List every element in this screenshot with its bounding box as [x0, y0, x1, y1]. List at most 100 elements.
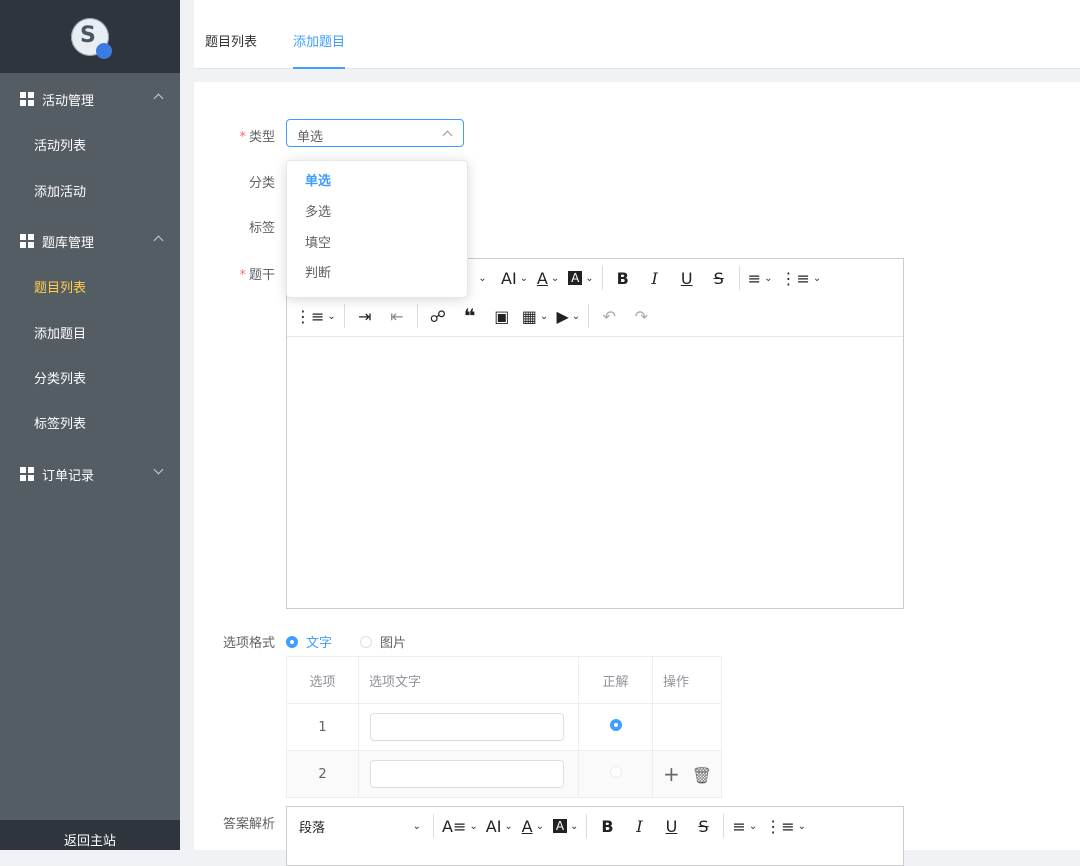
image-icon[interactable]: ▣	[490, 302, 514, 330]
font-color-icon[interactable]: A ⌄	[536, 264, 560, 292]
font-color-icon[interactable]: A ⌄	[521, 812, 545, 840]
highlight-icon[interactable]: A ⌄	[552, 812, 578, 840]
menu-group-orders[interactable]: 订单记录	[0, 450, 180, 498]
correct-cell	[578, 703, 653, 751]
back-home-button[interactable]: 返回主站	[0, 820, 180, 850]
underline-icon[interactable]: U	[659, 812, 683, 840]
row-index: 1	[286, 703, 359, 751]
option-text-input[interactable]	[370, 760, 564, 788]
underline-icon[interactable]: U	[675, 264, 699, 292]
type-label-text: 类型	[248, 130, 275, 145]
col-actions: 操作	[652, 656, 722, 704]
dropdown-option-multi[interactable]: 多选	[305, 201, 331, 225]
chevron-up-icon	[153, 235, 164, 246]
link-icon[interactable]: ☍	[426, 302, 450, 330]
toolbar-divider	[738, 266, 740, 290]
row-index: 2	[286, 750, 359, 798]
analysis-editor: 段落 ⌄ A≡ ⌄ AI ⌄ A ⌄ A ⌄ B I U S ≡ ⌄ ⋮≡ ⌄	[286, 806, 904, 866]
menu-group-question-bank[interactable]: 题库管理	[0, 217, 180, 265]
stem-editor-content[interactable]	[287, 337, 903, 608]
menu-group-label: 订单记录	[42, 468, 95, 484]
paragraph-select[interactable]: 段落 ⌄	[295, 812, 425, 840]
bullet-list-icon[interactable]: ⋮≡ ⌄	[295, 302, 336, 330]
trash-icon[interactable]: 🗑	[692, 766, 712, 785]
menu-group-label: 活动管理	[42, 93, 95, 109]
indent-icon[interactable]: ⇥	[353, 302, 377, 330]
toolbar-divider	[586, 814, 588, 838]
radio-unchecked-icon	[360, 635, 372, 648]
line-height-icon[interactable]: AI ⌄	[501, 264, 528, 292]
logo-area: S	[0, 0, 180, 73]
type-select[interactable]: 单选	[286, 119, 464, 147]
app-logo[interactable]: S	[71, 17, 112, 59]
format-radio-text[interactable]: 文字	[286, 632, 332, 651]
quote-icon[interactable]: ❝	[458, 302, 482, 330]
italic-icon[interactable]: I	[643, 264, 667, 292]
dropdown-option-fill[interactable]: 填空	[305, 232, 331, 256]
option-text-cell	[358, 703, 579, 751]
grid-icon	[20, 92, 34, 106]
chevron-down-icon	[153, 464, 164, 475]
category-label: 分类	[248, 176, 275, 191]
correct-radio[interactable]	[609, 766, 622, 778]
type-select-value: 单选	[297, 130, 324, 145]
strikethrough-icon[interactable]: S	[707, 264, 731, 292]
bold-icon[interactable]: B	[611, 264, 635, 292]
font-size-icon[interactable]: A≡ ⌄	[442, 812, 478, 840]
add-icon[interactable]: +	[663, 762, 680, 786]
editor-toolbar-row-2: ⋮≡ ⌄ ⇥ ⇤ ☍ ❝ ▣ ▦ ⌄ ▶ ⌄ ↶ ↷	[291, 297, 657, 335]
col-option-text: 选项文字	[358, 656, 579, 704]
dropdown-option-single[interactable]: 单选	[305, 170, 331, 194]
col-correct: 正解	[578, 656, 653, 704]
main-form: * 类型 单选 分类 标签 * 题干 单选 多选 填空 判断 ⌄ AI ⌄ A ⌄ A ⌄…	[194, 82, 1080, 866]
highlight-icon[interactable]: A ⌄	[568, 264, 594, 292]
video-icon[interactable]: ▶ ⌄	[556, 302, 580, 330]
ordered-list-icon[interactable]: ⋮≡ ⌄	[765, 812, 806, 840]
format-radio-image[interactable]: 图片	[360, 632, 406, 651]
options-table: 选项 选项文字 正解 操作 1 2 + 🗑	[286, 656, 722, 798]
table-row: 2 + 🗑	[286, 750, 722, 798]
menu-item-category-list[interactable]: 分类列表	[0, 358, 180, 402]
menu-item-add-question[interactable]: 添加题目	[0, 313, 180, 357]
actions-cell	[652, 703, 722, 751]
outdent-icon[interactable]: ⇤	[385, 302, 409, 330]
chevron-down-icon: ⌄	[412, 820, 421, 832]
chevron-up-icon	[442, 130, 453, 141]
ordered-list-icon[interactable]: ⋮≡ ⌄	[780, 264, 821, 292]
menu-item-tag-list[interactable]: 标签列表	[0, 403, 180, 447]
stem-editor: ⌄ AI ⌄ A ⌄ A ⌄ B I U S ≡ ⌄ ⋮≡ ⌄ ⋮≡ ⌄ ⇥ ⇤ ☍ ❝ ▣…	[286, 258, 904, 609]
logo-dot	[96, 42, 112, 59]
tab-question-list[interactable]: 题目列表	[205, 0, 257, 68]
toolbar-divider	[588, 304, 590, 328]
sidebar: S 活动管理 活动列表 添加活动 题库管理 题目列表 添加题目 分类列表 标签列…	[0, 0, 180, 850]
grid-icon	[20, 234, 34, 248]
toolbar-divider	[343, 304, 345, 328]
strikethrough-icon[interactable]: S	[691, 812, 715, 840]
table-icon[interactable]: ▦ ⌄	[522, 302, 549, 330]
dropdown-option-judge[interactable]: 判断	[305, 262, 331, 286]
actions-cell: + 🗑	[652, 750, 722, 798]
menu-group-activity[interactable]: 活动管理	[0, 75, 180, 123]
menu-group-label: 题库管理	[42, 235, 95, 251]
menu-item-add-activity[interactable]: 添加活动	[0, 171, 180, 215]
editor-toolbar-row-1: ⌄ AI ⌄ A ⌄ A ⌄ B I U S ≡ ⌄ ⋮≡ ⌄	[465, 259, 825, 297]
bold-icon[interactable]: B	[595, 812, 619, 840]
align-icon[interactable]: ≡ ⌄	[748, 264, 773, 292]
italic-icon[interactable]: I	[627, 812, 651, 840]
line-height-icon[interactable]: AI ⌄	[486, 812, 513, 840]
grid-icon	[20, 467, 34, 481]
menu-item-activity-list[interactable]: 活动列表	[0, 125, 180, 169]
menu-item-question-list[interactable]: 题目列表	[0, 267, 180, 311]
undo-icon[interactable]: ↶	[597, 302, 621, 330]
stem-label: * 题干	[239, 268, 275, 283]
option-text-input[interactable]	[370, 713, 564, 741]
toolbar-divider	[723, 814, 725, 838]
correct-radio[interactable]	[609, 719, 622, 731]
table-row: 1	[286, 703, 722, 751]
redo-icon[interactable]: ↷	[629, 302, 653, 330]
align-icon[interactable]: ≡ ⌄	[732, 812, 757, 840]
chevron-up-icon	[153, 93, 164, 104]
tab-add-question[interactable]: 添加题目	[293, 0, 346, 69]
stem-label-text: 题干	[248, 268, 275, 283]
chevron-down-icon[interactable]: ⌄	[469, 264, 493, 292]
